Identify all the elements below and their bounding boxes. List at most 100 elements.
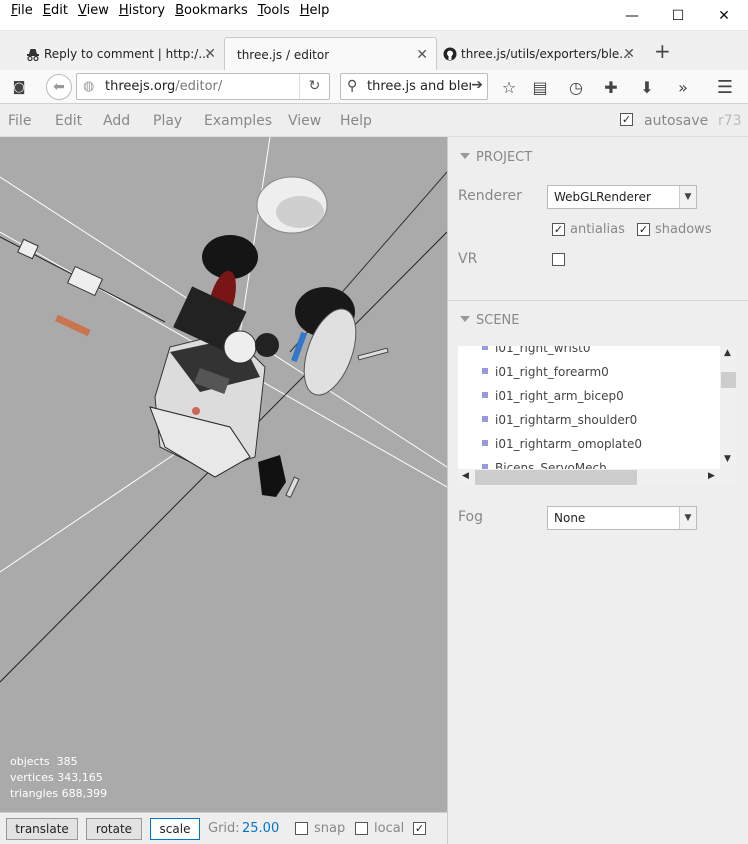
url-bar[interactable]: ◍ threejs.org/editor/ ↻ bbox=[76, 73, 330, 100]
project-panel-title[interactable]: PROJECT bbox=[460, 150, 532, 165]
editor-menu-file[interactable]: File bbox=[8, 113, 31, 129]
antialias-checkbox[interactable]: ✓ bbox=[552, 223, 565, 236]
robot-copper-spring bbox=[54, 314, 91, 337]
tab-title: three.js / editor bbox=[237, 47, 330, 62]
menu-history[interactable]: History bbox=[114, 3, 170, 18]
outliner-item[interactable]: i01_rightarm_omoplate0 bbox=[482, 437, 642, 451]
object-dot-icon bbox=[482, 368, 488, 374]
outliner-horizontal-scrollbar[interactable]: ◀ ▶ bbox=[458, 469, 737, 486]
scroll-up-icon[interactable]: ▲ bbox=[724, 348, 731, 358]
info-vertices: vertices 343,165 bbox=[10, 771, 103, 784]
scroll-right-icon[interactable]: ▶ bbox=[708, 471, 715, 481]
editor-menu-edit[interactable]: Edit bbox=[55, 113, 82, 129]
editor-menu-view[interactable]: View bbox=[288, 113, 321, 129]
close-tab-icon[interactable]: ✕ bbox=[204, 46, 216, 62]
scene-outliner[interactable]: i01_right_wrist0 i01_right_forearm0 i01_… bbox=[458, 346, 737, 486]
robot-gear bbox=[223, 330, 257, 364]
tab-threejs-editor[interactable]: three.js / editor ✕ bbox=[224, 37, 437, 71]
maximize-button[interactable]: ☐ bbox=[655, 4, 701, 28]
scene-panel-title[interactable]: SCENE bbox=[460, 313, 519, 328]
bookmark-star-icon[interactable]: ☆ bbox=[498, 76, 520, 98]
url-path: /editor/ bbox=[175, 79, 223, 94]
menu-tools[interactable]: Tools bbox=[253, 3, 295, 18]
collapse-triangle-icon bbox=[460, 153, 470, 159]
outliner-item[interactable]: i01_right_wrist0 bbox=[482, 346, 590, 355]
info-triangles: triangles 688,399 bbox=[10, 787, 107, 800]
version-label: r73 bbox=[718, 113, 742, 129]
scale-button[interactable]: scale bbox=[150, 818, 200, 840]
info-value: 688,399 bbox=[61, 787, 108, 800]
addons-puzzle-icon[interactable]: ✚ bbox=[600, 76, 622, 98]
item-label: i01_rightarm_shoulder0 bbox=[495, 413, 638, 427]
reload-icon[interactable]: ↻ bbox=[299, 74, 329, 99]
sidebar: PROJECT Renderer WebGLRenderer ▼ ✓ antia… bbox=[447, 137, 748, 844]
rotate-button[interactable]: rotate bbox=[86, 818, 142, 840]
tab-reply-to-comment[interactable]: Reply to comment | http:/... ✕ bbox=[20, 37, 224, 71]
object-dot-icon bbox=[482, 440, 488, 446]
new-tab-button[interactable]: + bbox=[654, 39, 671, 63]
editor-menu-add[interactable]: Add bbox=[103, 113, 130, 129]
globe-icon: ◍ bbox=[83, 79, 95, 94]
tab-title: three.js/utils/exporters/ble... bbox=[461, 47, 631, 61]
scroll-down-icon[interactable]: ▼ bbox=[724, 454, 731, 464]
title-bar: File Edit View History Bookmarks Tools H… bbox=[0, 0, 748, 30]
vr-checkbox[interactable] bbox=[552, 253, 565, 266]
autosave-label: autosave bbox=[644, 113, 709, 129]
history-clock-icon[interactable]: ◷ bbox=[565, 76, 587, 98]
scroll-left-icon[interactable]: ◀ bbox=[462, 471, 469, 481]
menu-help[interactable]: Help bbox=[295, 3, 335, 18]
editor-menu-examples[interactable]: Examples bbox=[204, 113, 272, 129]
viewport-toolbar: translate rotate scale Grid: 25.00 snap … bbox=[0, 812, 447, 844]
scene-title-text: SCENE bbox=[476, 313, 520, 328]
menu-file[interactable]: File bbox=[6, 3, 38, 18]
outliner-item[interactable]: i01_right_forearm0 bbox=[482, 365, 609, 379]
scrollbar-thumb[interactable] bbox=[475, 470, 637, 485]
scrollbar-thumb[interactable] bbox=[721, 372, 736, 388]
menu-view[interactable]: View bbox=[73, 3, 114, 18]
menu-edit[interactable]: Edit bbox=[38, 3, 73, 18]
download-arrow-icon[interactable]: ⬇ bbox=[636, 76, 658, 98]
mask-icon[interactable]: ◙ bbox=[8, 76, 30, 98]
url-host: threejs.org bbox=[105, 79, 176, 94]
outliner-item[interactable]: i01_rightarm_shoulder0 bbox=[482, 413, 637, 427]
renderer-value: WebGLRenderer bbox=[554, 190, 651, 204]
reading-list-icon[interactable]: ▤ bbox=[529, 76, 551, 98]
close-button[interactable]: ✕ bbox=[701, 4, 747, 28]
hamburger-menu-icon[interactable]: ☰ bbox=[714, 76, 736, 98]
tab-github-exporters[interactable]: three.js/utils/exporters/ble... ✕ bbox=[437, 37, 643, 71]
local-checkbox[interactable] bbox=[355, 822, 368, 835]
viewport-3d[interactable]: objects 385 vertices 343,165 triangles 6… bbox=[0, 137, 447, 812]
grid-value-input[interactable]: 25.00 bbox=[242, 821, 279, 836]
minimize-button[interactable]: — bbox=[609, 4, 655, 28]
search-bar[interactable]: ⚲ three.js and blen ➔ bbox=[340, 73, 488, 100]
robot-part bbox=[357, 347, 389, 361]
antialias-label: antialias bbox=[570, 222, 625, 237]
snap-checkbox[interactable] bbox=[295, 822, 308, 835]
robot-part bbox=[17, 238, 39, 260]
editor-menu-help[interactable]: Help bbox=[340, 113, 372, 129]
info-label: triangles bbox=[10, 787, 59, 800]
grid-visible-checkbox[interactable]: ✓ bbox=[413, 822, 426, 835]
info-label: objects bbox=[10, 755, 50, 768]
renderer-select[interactable]: WebGLRenderer ▼ bbox=[547, 185, 697, 209]
outliner-vertical-scrollbar[interactable]: ▲ ▼ bbox=[720, 346, 737, 469]
grid-label: Grid: bbox=[208, 821, 240, 836]
autosave-checkbox[interactable]: ✓ bbox=[620, 113, 633, 126]
search-go-arrow-icon[interactable]: ➔ bbox=[471, 77, 483, 93]
editor-menu-play[interactable]: Play bbox=[153, 113, 182, 129]
shadows-checkbox[interactable]: ✓ bbox=[637, 223, 650, 236]
grid-line bbox=[0, 436, 201, 573]
overflow-chevron-icon[interactable]: » bbox=[672, 76, 694, 98]
search-input[interactable]: three.js and blen bbox=[367, 79, 477, 94]
fog-select[interactable]: None ▼ bbox=[547, 506, 697, 530]
window-controls: — ☐ ✕ bbox=[609, 4, 747, 28]
menu-bookmarks[interactable]: Bookmarks bbox=[170, 3, 253, 18]
tab-bar: Reply to comment | http:/... ✕ three.js … bbox=[0, 30, 748, 71]
close-tab-icon[interactable]: ✕ bbox=[416, 47, 428, 63]
translate-button[interactable]: translate bbox=[6, 818, 78, 840]
project-title-text: PROJECT bbox=[476, 150, 533, 165]
robot-part bbox=[285, 476, 300, 498]
back-button[interactable]: ⬅ bbox=[46, 74, 72, 100]
outliner-item[interactable]: i01_right_arm_bicep0 bbox=[482, 389, 624, 403]
close-tab-icon[interactable]: ✕ bbox=[623, 46, 635, 62]
